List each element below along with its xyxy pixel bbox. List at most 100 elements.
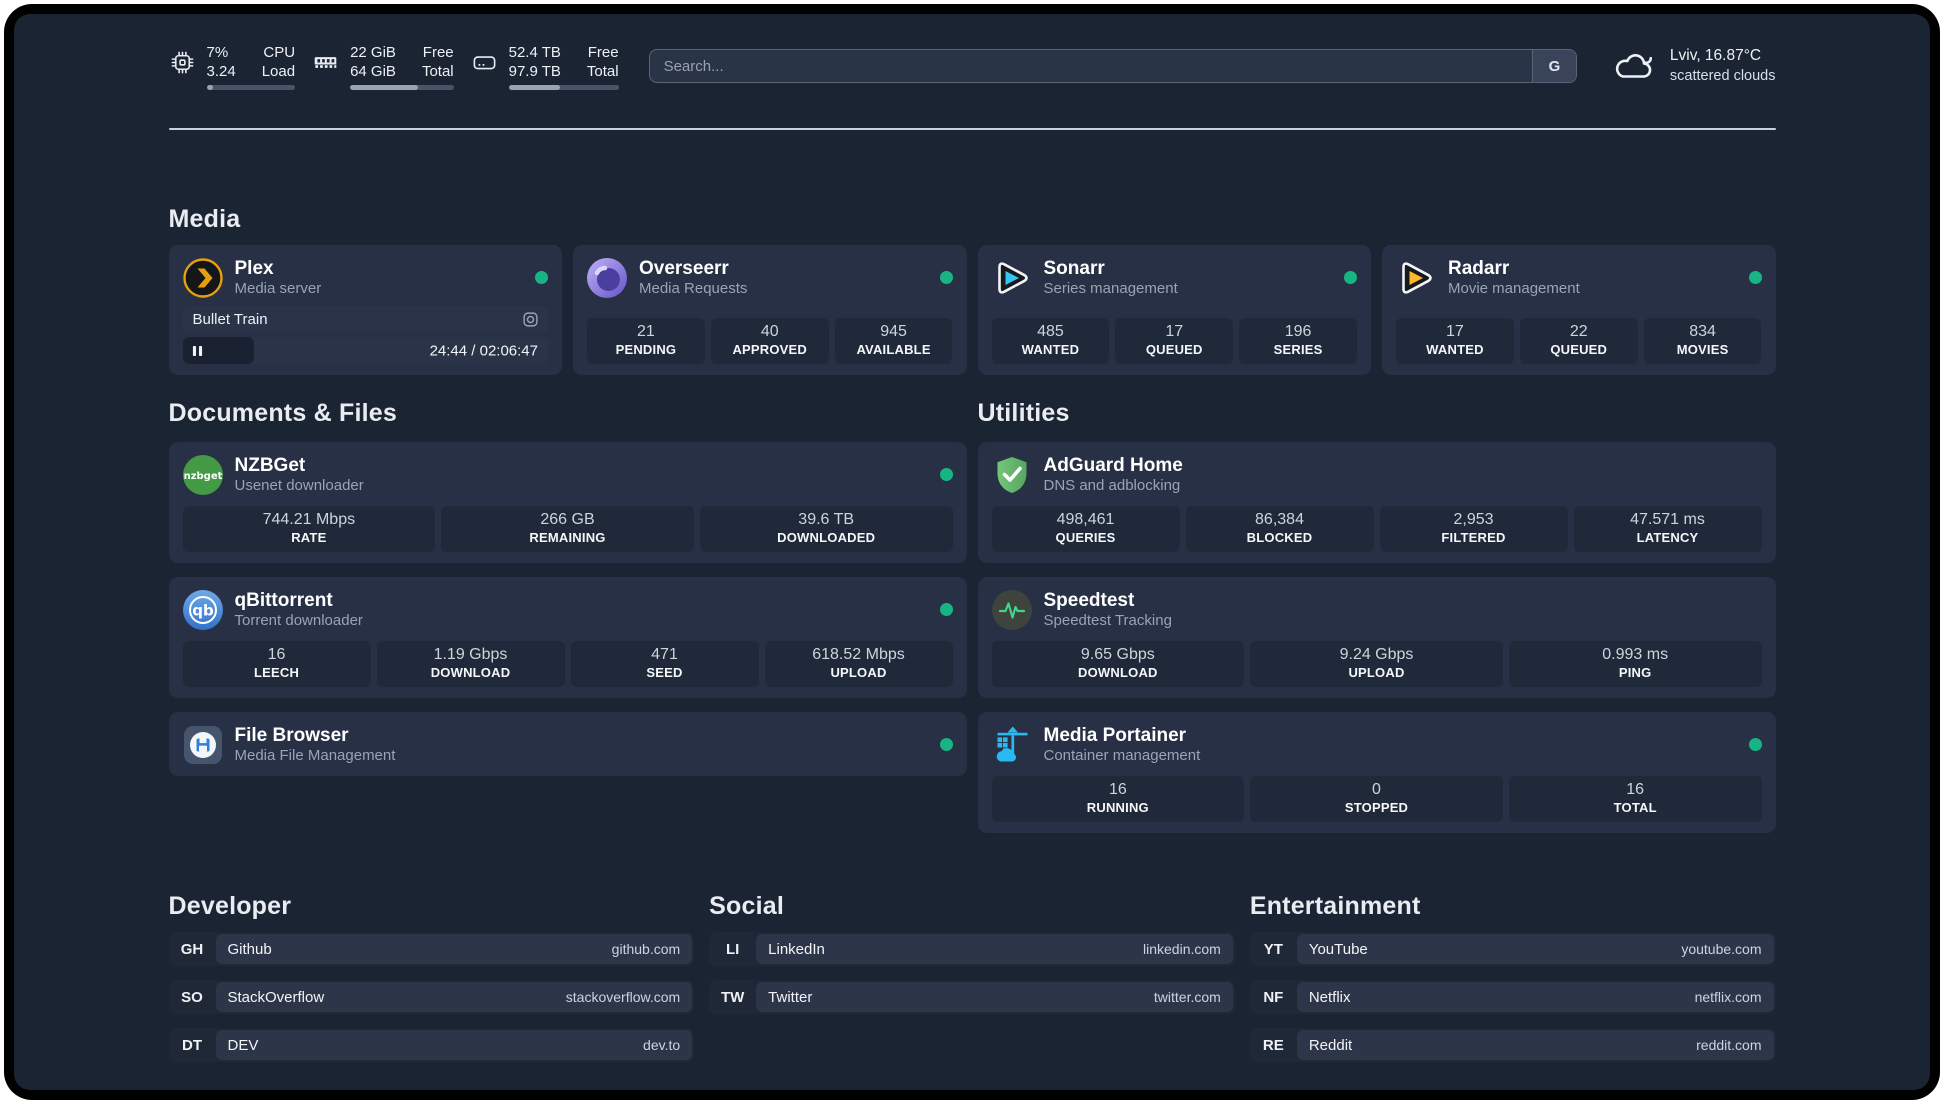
stats-row: 485 WANTED 17 QUEUED 196 SERIES	[991, 307, 1358, 364]
stat-tile-label: REMAINING	[529, 530, 606, 545]
section-utilities: Utilities AdGuard Home DNS and adblocking 4…	[977, 398, 1776, 833]
stat-progressbar	[206, 84, 296, 90]
qbittorrent-card[interactable]: qb qBittorrent Torrent downloader 16 LEECH 1.…	[168, 577, 967, 698]
file-browser-card[interactable]: File Browser Media File Management	[168, 712, 967, 776]
stat-body: 22 GiB 64 GiB Free Total	[350, 43, 454, 90]
link-pill: LinkedIn linkedin.com	[756, 934, 1233, 964]
search-input[interactable]	[649, 50, 1532, 82]
stat-label: Free	[587, 43, 619, 61]
link-url: youtube.com	[1681, 941, 1762, 957]
radarr-card[interactable]: Radarr Movie management 17 WANTED 22 QUEUED 83…	[1382, 245, 1776, 375]
stat-tile-label: DOWNLOAD	[430, 665, 511, 680]
ram-icon	[312, 43, 339, 76]
stats-row: 16 RUNNING 0 STOPPED 16 TOTAL	[991, 776, 1762, 822]
stat-tile: 0.993 ms PING	[1508, 641, 1762, 687]
stat-tile-value: 0.993 ms	[1602, 646, 1669, 663]
status-dot	[939, 603, 953, 616]
section-title-media: Media	[168, 205, 241, 233]
stat-tile-label: AVAILABLE	[856, 342, 931, 357]
card-header: Radarr Movie management	[1396, 257, 1762, 298]
link-reddit[interactable]: RE Reddit reddit.com	[1249, 1028, 1776, 1062]
stat-tile-value: 196	[1284, 323, 1312, 340]
links-stack: YT YouTube youtube.com NF Netflix netflix.com…	[1249, 932, 1776, 1062]
plex-card[interactable]: Plex Media server Bullet Train 24:44 / 02:0…	[168, 245, 562, 375]
overseerr-card[interactable]: Overseerr Media Requests 21 PENDING 40 APPROV…	[573, 245, 967, 375]
stat-value: 64 GiB	[350, 62, 396, 80]
adguard-home-card[interactable]: AdGuard Home DNS and adblocking 498,461 QUE…	[977, 442, 1776, 563]
link-github[interactable]: GH Github github.com	[168, 932, 695, 966]
stat-tile-label: QUEUED	[1145, 342, 1203, 357]
disk-icon	[471, 43, 498, 76]
search-bar[interactable]: G	[648, 49, 1577, 83]
stat-tile-value: 16	[1626, 781, 1645, 798]
stat-values: 7% 3.24	[207, 43, 236, 81]
app-name: Media Portainer	[1043, 725, 1187, 746]
media-portainer-card[interactable]: Media Portainer Container management 16 RUN…	[977, 712, 1776, 833]
link-name: StackOverflow	[227, 988, 325, 1006]
adguard-icon	[992, 455, 1032, 495]
stat-label: Total	[586, 62, 619, 80]
link-stackoverflow[interactable]: SO StackOverflow stackoverflow.com	[168, 980, 695, 1014]
stat-tile: 834 MOVIES	[1643, 318, 1762, 364]
now-playing-row: Bullet Train	[182, 306, 548, 333]
section-developer: Developer GH Github github.com SO StackOverfl…	[168, 891, 695, 1062]
stat-tile-value: 22	[1569, 323, 1588, 340]
section-title: Documents & Files	[168, 399, 397, 427]
stat-tile-value: 39.6 TB	[798, 511, 855, 528]
link-pill: Twitter twitter.com	[756, 982, 1233, 1012]
card-titles: Plex Media server	[235, 257, 322, 298]
stat-tile-label: PENDING	[615, 342, 677, 357]
link-linkedin[interactable]: LI LinkedIn linkedin.com	[709, 932, 1235, 966]
card-header: File Browser Media File Management	[183, 724, 953, 765]
card-titles: Sonarr Series management	[1044, 257, 1178, 298]
svg-text:qb: qb	[192, 601, 214, 619]
card-titles: Media Portainer Container management	[1044, 724, 1201, 765]
stat-tile-label: UPLOAD	[1348, 665, 1405, 680]
stat-tile-label: DOWNLOADED	[777, 530, 876, 545]
link-netflix[interactable]: NF Netflix netflix.com	[1249, 980, 1776, 1014]
search-engine-button[interactable]: G	[1531, 50, 1576, 82]
link-url: linkedin.com	[1143, 941, 1221, 957]
stat-text: 7% 3.24 CPU Load	[207, 43, 296, 81]
section-title: Social	[709, 892, 785, 920]
stat-tile: 945 AVAILABLE	[834, 318, 953, 364]
stat-tile-label: QUERIES	[1055, 530, 1116, 545]
link-youtube[interactable]: YT YouTube youtube.com	[1249, 932, 1776, 966]
link-pill: YouTube youtube.com	[1296, 934, 1774, 964]
app-name: Radarr	[1448, 258, 1510, 279]
now-playing-title: Bullet Train	[192, 311, 268, 328]
cloud-icon	[1611, 48, 1657, 84]
section-media: Media Plex Media server Bullet Train 24:44 …	[168, 204, 1776, 375]
link-url: github.com	[611, 941, 681, 957]
section-social: Social LI LinkedIn linkedin.com TW Twitter twi…	[709, 891, 1235, 1014]
app-name: NZBGet	[234, 455, 306, 476]
portainer-icon	[992, 725, 1032, 765]
stat-tile-value: 86,384	[1255, 511, 1304, 528]
stat-tile-label: RATE	[291, 530, 327, 545]
stat-tile-value: 471	[651, 646, 678, 663]
app-name: Plex	[234, 258, 274, 279]
link-url: stackoverflow.com	[565, 989, 681, 1005]
link-twitter[interactable]: TW Twitter twitter.com	[709, 980, 1235, 1014]
stats-row: 17 WANTED 22 QUEUED 834 MOVIES	[1396, 307, 1762, 364]
sonarr-card[interactable]: Sonarr Series management 485 WANTED 17 QUEUED…	[977, 245, 1371, 375]
links-stack: LI LinkedIn linkedin.com TW Twitter twitter.c…	[709, 932, 1235, 1014]
stat-label: Load	[261, 62, 296, 80]
stat-tile-label: MOVIES	[1676, 342, 1729, 357]
stat-tile-label: BLOCKED	[1246, 530, 1313, 545]
stat-labels: Free Total	[587, 43, 619, 81]
weather-widget: Lviv, 16.87°C scattered clouds	[1611, 46, 1776, 86]
link-abbr: RE	[1262, 1036, 1284, 1054]
app-name: File Browser	[234, 725, 349, 746]
stat-label: CPU	[263, 43, 296, 61]
stat-tile: 266 GB REMAINING	[441, 506, 694, 552]
card-titles: AdGuard Home DNS and adblocking	[1044, 454, 1183, 495]
stat-tile-value: 945	[880, 323, 907, 340]
speedtest-card[interactable]: Speedtest Speedtest Tracking 9.65 Gbps DOWN…	[977, 577, 1776, 698]
link-url: dev.to	[643, 1037, 681, 1053]
player-progressbar: 24:44 / 02:06:47	[182, 337, 548, 364]
card-titles: qBittorrent Torrent downloader	[235, 589, 363, 630]
link-dev[interactable]: DT DEV dev.to	[168, 1028, 695, 1062]
nzbget-card[interactable]: nzbget NZBGet Usenet downloader 744.21 Mbps…	[168, 442, 967, 563]
stat-tile: 471 SEED	[570, 641, 759, 687]
